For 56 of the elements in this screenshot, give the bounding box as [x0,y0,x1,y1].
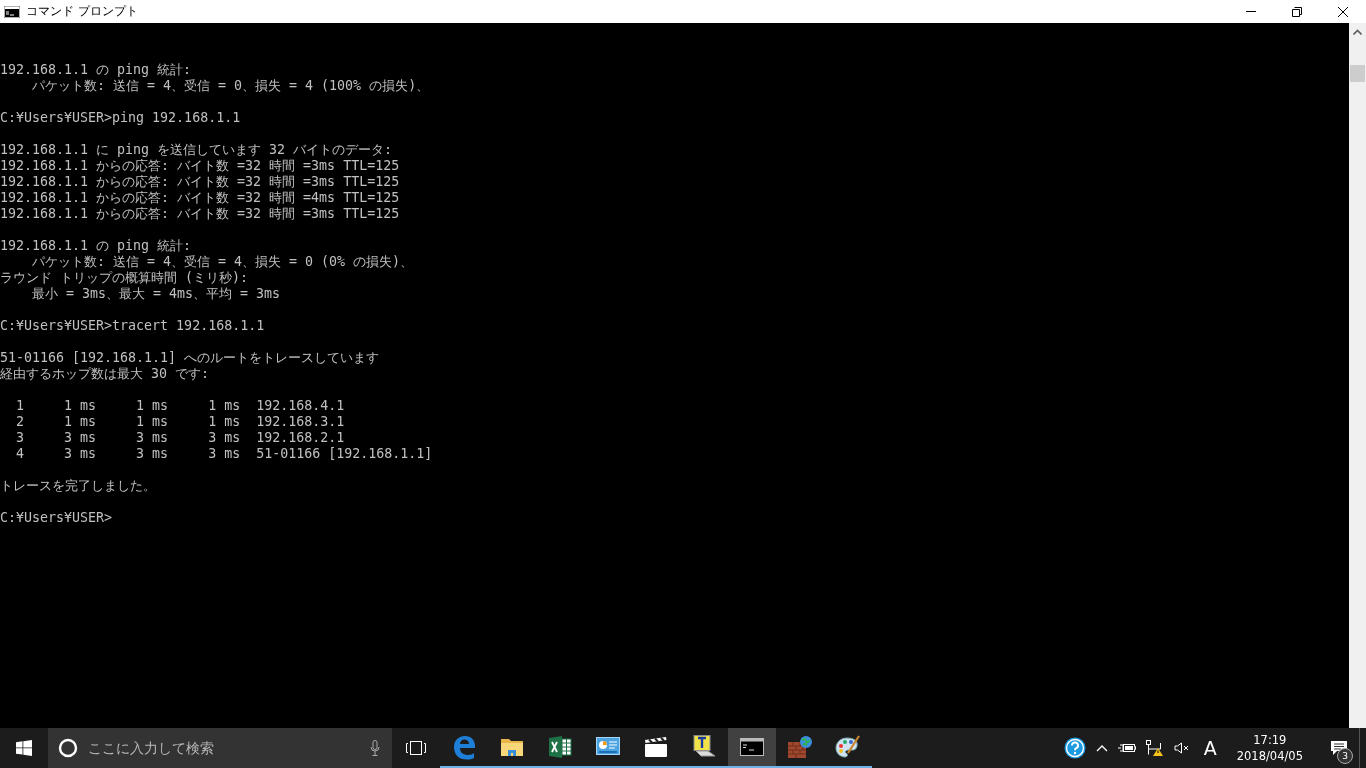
console-line: 192.168.1.1 からの応答: バイト数 =32 時間 =3ms TTL=125 [0,158,400,174]
clock-date: 2018/04/05 [1236,748,1303,764]
folder-icon [500,736,524,758]
console-line: 最小 = 3ms、最大 = 4ms、平均 = 3ms [31,286,281,302]
help-icon[interactable] [1063,737,1086,759]
scrollbar[interactable] [1349,23,1366,728]
scroll-thumb[interactable] [1350,65,1365,82]
console-line: C:¥Users¥USER> [0,510,113,526]
spreadsheet-icon [548,735,572,759]
search-bar[interactable]: ここに入力して検索 [48,728,392,768]
console-line: 192.168.1.1 の ping 統計: [0,62,192,78]
notification-count-badge: 3 [1337,748,1353,764]
console-line: 51-01166 [192.168.1.1] へのルートをトレースしています [0,350,380,366]
speaker-muted-icon[interactable] [1173,742,1190,754]
minimize-icon [1246,11,1256,12]
console-line: C:¥Users¥USER>tracert 192.168.1.1 [0,318,265,334]
console-line: 192.168.1.1 からの応答: バイト数 =32 時間 =3ms TTL=125 [0,174,400,190]
console-line: パケット数: 送信 = 4、受信 = 0、損失 = 4 (100% の損失)、 [31,78,430,94]
microphone-icon[interactable] [370,740,380,756]
taskbar-app-button[interactable] [728,728,776,768]
console-line: パケット数: 送信 = 4、受信 = 4、損失 = 0 (0% の損失)、 [31,254,414,270]
clock[interactable]: 17:19 2018/04/05 [1230,732,1309,764]
console-app-icon [4,5,20,18]
close-icon [1337,5,1349,18]
network-warning-icon[interactable] [1145,740,1164,756]
console-line: 192.168.1.1 からの応答: バイト数 =32 時間 =3ms TTL=125 [0,206,400,222]
action-center-button[interactable]: 3 [1319,728,1359,768]
console-line: 経由するホップ数は最大 30 です: [0,366,210,382]
text-editor-icon [691,735,717,759]
console-line: C:¥Users¥USER>ping 192.168.1.1 [0,110,241,126]
paint-palette-icon [835,734,861,760]
control-panel-icon [596,737,620,757]
battery-plug-icon[interactable] [1117,742,1136,754]
clapperboard-icon [644,736,668,758]
brick-wall-globe-icon [787,734,813,760]
scroll-up-icon[interactable] [1353,29,1362,35]
console-line: トレースを完了しました。 [0,478,156,494]
restore-icon [1291,5,1303,18]
console-line: 1 1 ms 1 ms 1 ms 192.168.4.1 [15,398,345,414]
chevron-up-icon[interactable] [1095,744,1108,752]
windows-logo-icon [16,740,32,756]
console-line: 192.168.1.1 からの応答: バイト数 =32 時間 =4ms TTL=125 [0,190,400,206]
ime-mode-indicator[interactable]: A [1199,737,1221,759]
search-field[interactable]: ここに入力して検索 [86,739,362,757]
task-view-icon [405,741,427,755]
browser-e-icon [451,734,477,760]
console-line: ラウンド トリップの概算時間 (ミリ秒): [0,270,249,286]
console-line: 192.168.1.1 の ping 統計: [0,238,192,254]
console-window-icon [740,738,764,756]
console-line: 3 3 ms 3 ms 3 ms 192.168.2.1 [15,430,345,446]
clock-time: 17:19 [1253,732,1287,748]
console-line: 2 1 ms 1 ms 1 ms 192.168.3.1 [15,414,345,430]
console-line: 4 3 ms 3 ms 3 ms 51-01166 [192.168.1.1] [15,446,433,462]
cortana-ring-icon [58,738,78,758]
console-line: 192.168.1.1 に ping を送信しています 32 バイトのデータ: [0,142,393,158]
window-title: コマンド プロンプト [26,3,138,20]
